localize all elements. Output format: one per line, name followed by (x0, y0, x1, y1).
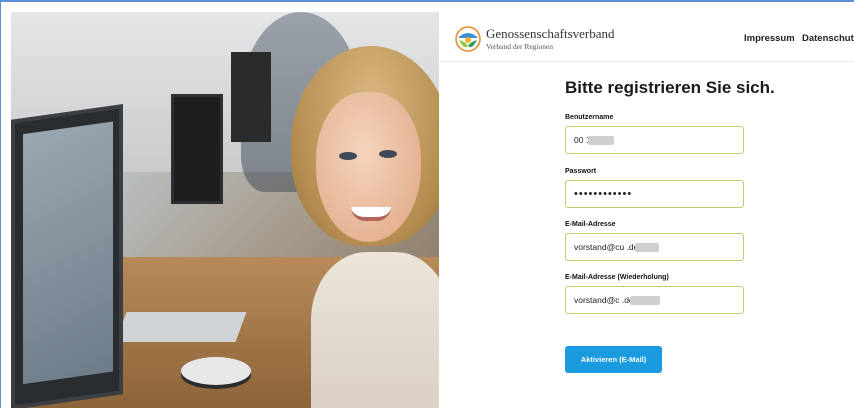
email-input[interactable]: vorstand@cu .de (565, 233, 744, 261)
photo-keyboard (115, 312, 247, 342)
photo-monitor (171, 94, 223, 204)
email-repeat-input[interactable]: vorstand@c .de (565, 286, 744, 314)
brand-subtitle: Verband der Regionen (486, 42, 554, 51)
form-title: Bitte registrieren Sie sich. (565, 78, 775, 97)
photo-eye (339, 152, 357, 160)
password-value: •••••••••••• (574, 188, 633, 200)
site-header: Genossenschaftsverband Verband der Regio… (439, 12, 854, 62)
activate-email-button[interactable]: Aktivieren (E-Mail) (565, 346, 662, 373)
photo-monitor-screen (23, 121, 113, 385)
nav-link-datenschutz[interactable]: Datenschutz (802, 33, 854, 44)
username-label: Benutzername (565, 114, 614, 121)
password-label: Passwort (565, 168, 597, 175)
brand-name: Genossenschaftsverband (486, 26, 615, 41)
email-value: vorstand@cu .de (574, 242, 639, 252)
photo-monitor (11, 104, 123, 408)
photo-eye (379, 150, 397, 158)
nav-link-impressum[interactable]: Impressum (744, 33, 795, 44)
photo-mouse (181, 357, 251, 385)
email-repeat-label: E-Mail-Adresse (Wiederholung) (565, 274, 669, 281)
username-input[interactable]: 00 1 (565, 126, 744, 154)
redaction-blur (635, 243, 659, 252)
redaction-blur (588, 136, 614, 145)
email-label: E-Mail-Adresse (565, 221, 616, 228)
redaction-blur (630, 296, 660, 305)
photo-woman-sweater (311, 252, 439, 408)
genossenschaftsverband-logo-icon[interactable] (455, 26, 481, 52)
hero-photo (11, 12, 439, 408)
photo-monitor (231, 52, 271, 142)
password-input[interactable]: •••••••••••• (565, 180, 744, 208)
email-repeat-value: vorstand@c .de (574, 295, 634, 305)
